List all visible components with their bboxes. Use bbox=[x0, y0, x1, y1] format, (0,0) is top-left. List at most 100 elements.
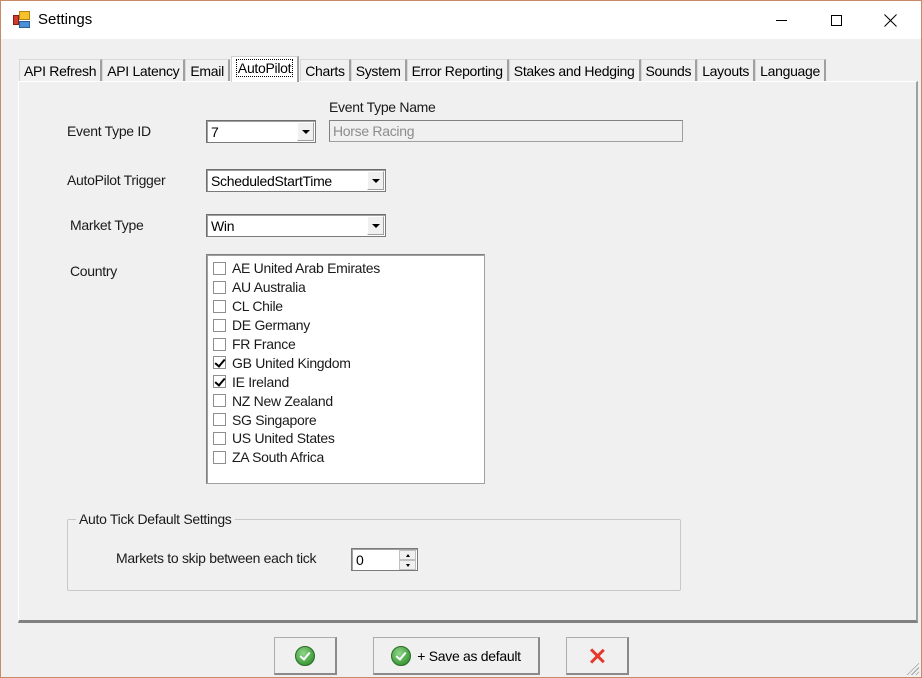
country-list-item[interactable]: CL Chile bbox=[207, 297, 484, 316]
country-item-label: ZA South Africa bbox=[232, 449, 324, 466]
event-type-name-value: Horse Racing bbox=[333, 123, 415, 139]
country-checked-list[interactable]: AE United Arab Emirates AU Australia CL Ch… bbox=[206, 254, 485, 484]
cancel-button[interactable] bbox=[566, 637, 629, 675]
country-list-item[interactable]: FR France bbox=[207, 335, 484, 354]
checkbox[interactable] bbox=[213, 280, 226, 294]
spin-down-button[interactable] bbox=[399, 560, 416, 570]
tab-error-reporting[interactable]: Error Reporting bbox=[406, 59, 509, 82]
country-item-label: AE United Arab Emirates bbox=[232, 260, 380, 277]
dropdown-button[interactable] bbox=[367, 216, 384, 235]
checkbox[interactable] bbox=[213, 394, 226, 408]
auto-tick-legend: Auto Tick Default Settings bbox=[76, 511, 235, 527]
markets-skip-value: 0 bbox=[356, 552, 364, 568]
dropdown-button[interactable] bbox=[367, 171, 384, 190]
checkbox[interactable] bbox=[213, 413, 226, 427]
country-list-item[interactable]: GB United Kingdom bbox=[207, 353, 484, 372]
country-item-label: IE Ireland bbox=[232, 373, 289, 390]
market-type-label: Market Type bbox=[70, 217, 144, 233]
spin-up-button[interactable] bbox=[399, 550, 416, 560]
save-as-default-button[interactable]: + Save as default bbox=[373, 637, 540, 675]
checkbox[interactable] bbox=[213, 318, 226, 332]
country-item-label: DE Germany bbox=[232, 317, 310, 334]
close-icon bbox=[884, 14, 897, 27]
chevron-down-icon bbox=[301, 129, 310, 134]
tab-label: Error Reporting bbox=[411, 63, 504, 79]
checkbox[interactable] bbox=[213, 450, 226, 464]
tab-system[interactable]: System bbox=[350, 59, 407, 82]
ok-button[interactable] bbox=[274, 637, 337, 675]
country-list-item[interactable]: AU Australia bbox=[207, 278, 484, 297]
autopilot-trigger-label: AutoPilot Trigger bbox=[67, 172, 166, 188]
tab-label: AutoPilot bbox=[235, 59, 294, 77]
tab-api-latency[interactable]: API Latency bbox=[102, 59, 186, 82]
tab-label: Stakes and Hedging bbox=[513, 63, 635, 79]
autopilot-trigger-combo[interactable]: ScheduledStartTime bbox=[206, 169, 386, 192]
country-item-label: FR France bbox=[232, 336, 296, 352]
arrow-down-icon bbox=[405, 563, 410, 567]
chevron-down-icon bbox=[371, 223, 380, 228]
settings-window: Settings API Refresh API Latency Email A… bbox=[0, 0, 922, 678]
app-icon bbox=[13, 11, 31, 29]
market-type-value: Win bbox=[211, 218, 235, 234]
tab-autopilot[interactable]: AutoPilot bbox=[230, 56, 300, 82]
checkbox[interactable] bbox=[213, 375, 226, 389]
event-type-name-field: Horse Racing bbox=[329, 120, 683, 142]
tab-email[interactable]: Email bbox=[185, 59, 230, 82]
x-icon bbox=[589, 648, 605, 664]
save-as-default-label: + Save as default bbox=[417, 647, 521, 664]
tab-label: Sounds bbox=[645, 63, 692, 79]
country-list-item[interactable]: AE United Arab Emirates bbox=[207, 259, 484, 278]
tab-label: Language bbox=[760, 63, 821, 79]
window-title: Settings bbox=[38, 11, 93, 28]
tab-api-refresh[interactable]: API Refresh bbox=[19, 59, 103, 82]
country-item-label: AU Australia bbox=[232, 279, 306, 296]
tab-label: API Latency bbox=[107, 63, 180, 79]
dropdown-button[interactable] bbox=[297, 122, 314, 141]
event-type-id-value: 7 bbox=[211, 124, 219, 140]
maximize-icon bbox=[830, 14, 842, 26]
country-item-label: NZ New Zealand bbox=[232, 392, 333, 409]
check-icon bbox=[391, 645, 412, 666]
check-icon bbox=[295, 645, 315, 666]
event-type-id-combo[interactable]: 7 bbox=[206, 120, 316, 143]
tab-charts[interactable]: Charts bbox=[300, 59, 351, 82]
tab-label: Layouts bbox=[702, 63, 750, 79]
event-type-id-label: Event Type ID bbox=[67, 123, 151, 139]
country-label: Country bbox=[70, 263, 117, 279]
country-item-label: SG Singapore bbox=[232, 411, 317, 428]
markets-skip-label: Markets to skip between each tick bbox=[116, 550, 317, 566]
minimize-button[interactable] bbox=[758, 1, 804, 39]
country-list-item[interactable]: US United States bbox=[207, 429, 484, 448]
tab-language[interactable]: Language bbox=[755, 59, 827, 82]
country-list-item[interactable]: ZA South Africa bbox=[207, 448, 484, 467]
arrow-up-icon bbox=[405, 553, 410, 557]
markets-skip-spinner[interactable]: 0 bbox=[351, 548, 418, 571]
checkbox[interactable] bbox=[213, 261, 226, 275]
country-list-item[interactable]: SG Singapore bbox=[207, 410, 484, 429]
maximize-button[interactable] bbox=[813, 1, 859, 39]
close-button[interactable] bbox=[867, 1, 913, 39]
tab-label: Email bbox=[190, 63, 224, 79]
tab-label: Charts bbox=[305, 63, 345, 79]
country-list-item[interactable]: DE Germany bbox=[207, 316, 484, 335]
resize-grip[interactable] bbox=[905, 661, 919, 675]
country-list-item[interactable]: IE Ireland bbox=[207, 372, 484, 391]
tab-label: API Refresh bbox=[24, 63, 97, 79]
country-item-label: US United States bbox=[232, 430, 335, 447]
market-type-combo[interactable]: Win bbox=[206, 214, 386, 237]
checkbox[interactable] bbox=[213, 299, 226, 313]
tab-strip: API Refresh API Latency Email AutoPilot … bbox=[19, 56, 827, 82]
tab-label: System bbox=[355, 63, 401, 79]
country-item-label: CL Chile bbox=[232, 298, 283, 315]
country-list-item[interactable]: NZ New Zealand bbox=[207, 391, 484, 410]
tab-sounds[interactable]: Sounds bbox=[640, 59, 698, 82]
checkbox[interactable] bbox=[213, 356, 226, 370]
minimize-icon bbox=[775, 19, 787, 21]
tab-stakes-and-hedging[interactable]: Stakes and Hedging bbox=[508, 59, 641, 82]
checkbox[interactable] bbox=[213, 337, 226, 351]
autopilot-trigger-value: ScheduledStartTime bbox=[211, 173, 332, 189]
title-bar: Settings bbox=[1, 1, 921, 39]
checkbox[interactable] bbox=[213, 431, 226, 445]
tab-layouts[interactable]: Layouts bbox=[697, 59, 756, 82]
country-item-label: GB United Kingdom bbox=[232, 354, 351, 371]
